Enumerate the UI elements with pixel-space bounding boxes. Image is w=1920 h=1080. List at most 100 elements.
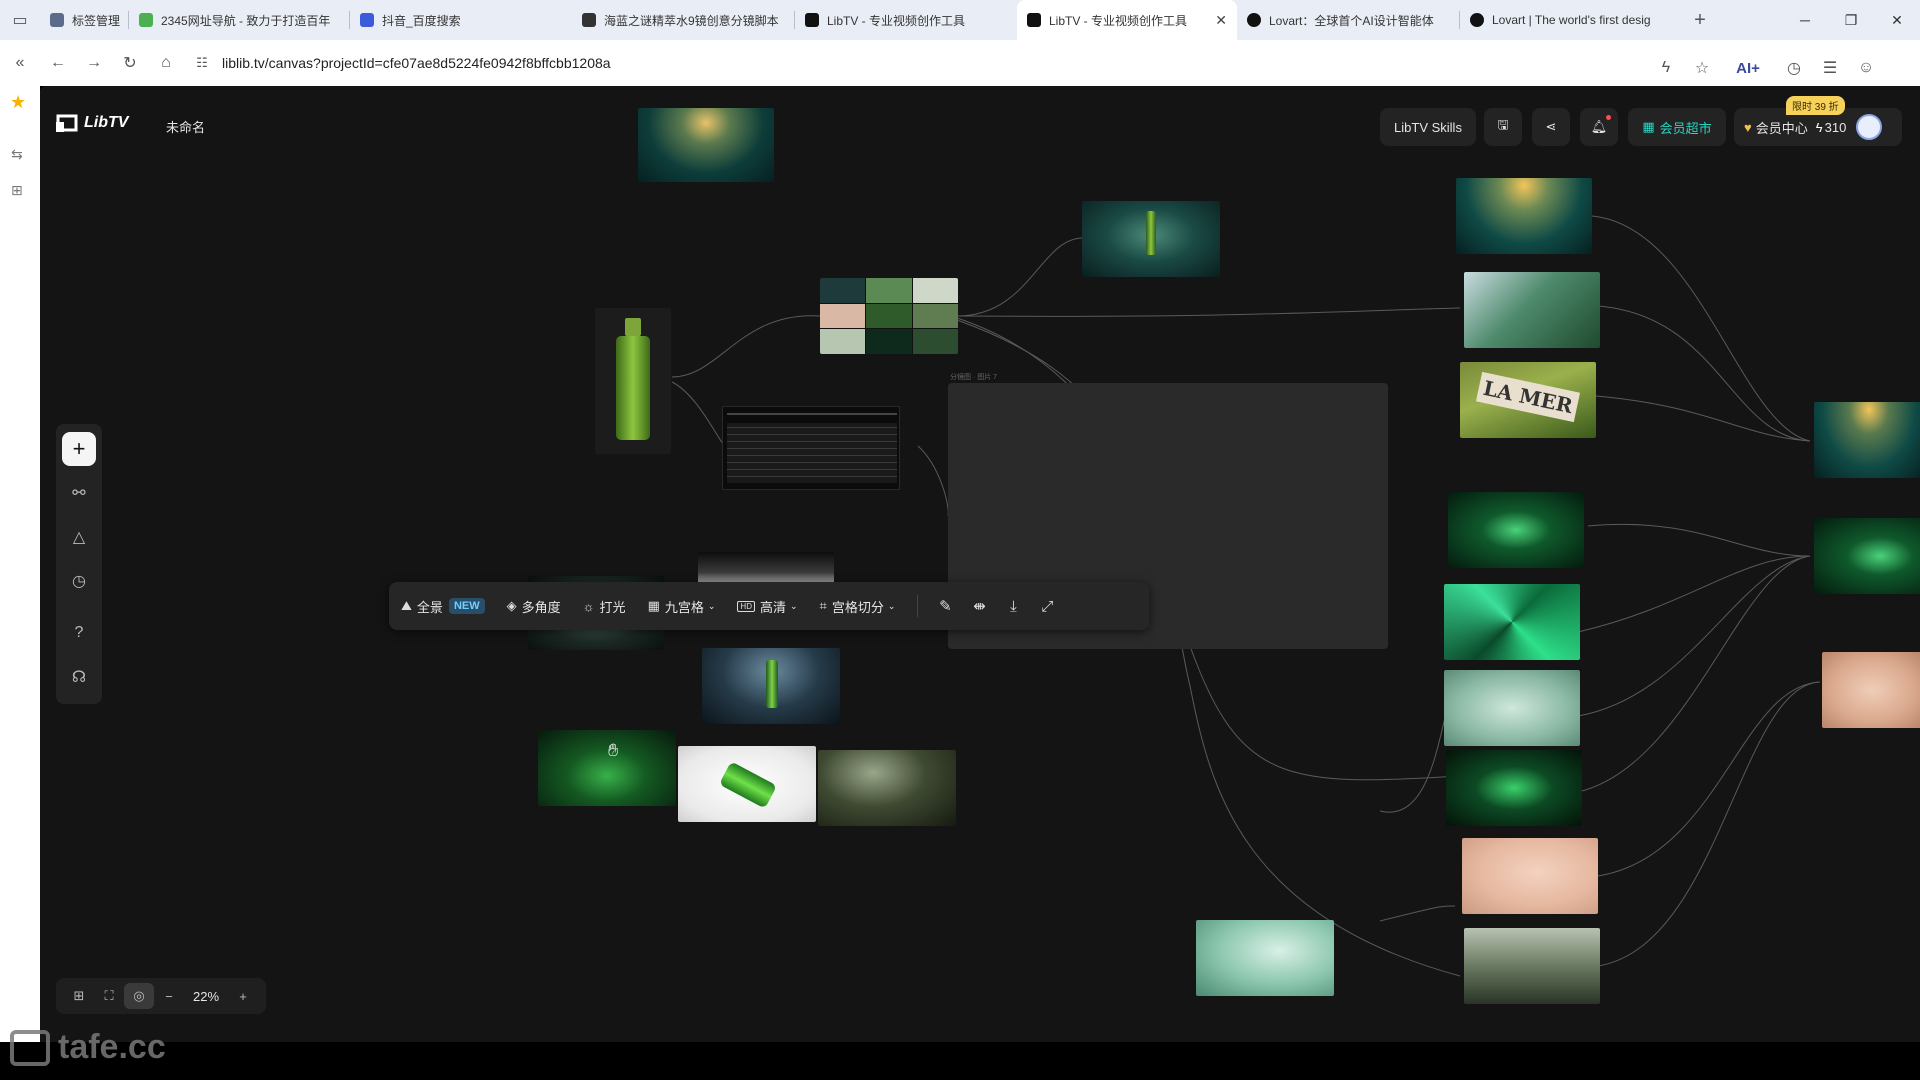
image-node-molecules[interactable] bbox=[1444, 670, 1580, 746]
headset-icon[interactable]: ☊ bbox=[62, 660, 96, 694]
minimap-icon[interactable]: ⛶ bbox=[94, 983, 124, 1009]
image-node-bottle-lying[interactable] bbox=[678, 746, 816, 822]
extensions-icon[interactable]: ☰ bbox=[1812, 50, 1848, 86]
history-dropdown-icon[interactable]: ◷ bbox=[1776, 50, 1812, 86]
reload-icon[interactable]: ↻ bbox=[112, 45, 148, 81]
tab-close-icon[interactable]: ✕ bbox=[1207, 12, 1227, 29]
bookmark-star-icon[interactable]: ☆ bbox=[1684, 50, 1720, 86]
back-icon[interactable]: ← bbox=[40, 45, 76, 81]
tab-label: LibTV - 专业视频创作工具 bbox=[1049, 13, 1188, 28]
logo-text: LibTV bbox=[84, 114, 129, 131]
image-node-bottle-water[interactable] bbox=[702, 648, 840, 724]
panorama-button[interactable]: ⛰ 全景 NEW bbox=[401, 597, 485, 616]
lightning-icon[interactable]: ϟ bbox=[1648, 50, 1684, 86]
image-node-droplet-output[interactable] bbox=[1814, 518, 1920, 594]
image-node-monochrome-bottle[interactable] bbox=[698, 552, 834, 586]
libtv-canvas[interactable]: LibTV 未命名 LibTV Skills 🖫 ⋖ 🔔︎ ▦ 会员超市 ♥ 会员… bbox=[40, 86, 1920, 1042]
workflow-icon[interactable]: ⚯ bbox=[62, 476, 96, 510]
panorama-label: 全景 bbox=[416, 599, 443, 615]
grid-icon: ▦ bbox=[647, 598, 660, 613]
profile-icon[interactable]: ☺ bbox=[1848, 50, 1884, 86]
tab-7[interactable]: Lovart | The world's first desig bbox=[1460, 0, 1682, 40]
lighting-button[interactable]: ☼ 打光 bbox=[583, 597, 626, 616]
url-field[interactable]: liblib.tv/canvas?projectId=cfe07ae8d5224… bbox=[222, 55, 611, 71]
lighting-label: 打光 bbox=[599, 599, 626, 615]
grid-cut-dropdown[interactable]: ⌗ 宫格切分 ⌄ bbox=[820, 597, 896, 616]
brush-icon[interactable]: ✎ bbox=[928, 597, 962, 615]
project-name[interactable]: 未命名 bbox=[166, 117, 205, 136]
save-icon[interactable]: 🖫 bbox=[1484, 108, 1522, 146]
tab-5-active[interactable]: LibTV - 专业视频创作工具 ✕ bbox=[1017, 0, 1237, 40]
image-node-model-face[interactable] bbox=[1462, 838, 1598, 914]
collapse-sidebar-icon[interactable]: « bbox=[0, 45, 40, 81]
libtv-logo[interactable]: LibTV bbox=[56, 114, 128, 132]
image-node-glowing-bottle[interactable] bbox=[538, 730, 676, 806]
swap-icon[interactable]: ⇆ bbox=[11, 146, 23, 163]
fit-view-icon[interactable]: ⊞ bbox=[64, 983, 94, 1009]
image-node-green-swirl[interactable] bbox=[1444, 584, 1580, 660]
share-icon[interactable]: ⋖ bbox=[1532, 108, 1570, 146]
tab-0[interactable]: 标签管理 bbox=[40, 0, 128, 40]
tab-favicon-icon bbox=[1027, 13, 1041, 27]
lamer-logo-artwork: LA MER bbox=[1475, 371, 1581, 423]
image-node-bottle-rock[interactable] bbox=[818, 750, 956, 826]
image-node-lamer-label[interactable]: LA MER bbox=[1460, 362, 1596, 438]
zoom-out-icon[interactable]: − bbox=[154, 983, 184, 1009]
nine-grid-dropdown[interactable]: ▦ 九宫格 ⌄ bbox=[648, 597, 716, 616]
tab-1[interactable]: 2345网址导航 - 致力于打造百年 bbox=[129, 0, 349, 40]
tab-favicon-icon bbox=[50, 13, 64, 27]
multi-angle-button[interactable]: ◈ 多角度 bbox=[507, 597, 561, 616]
ai-plus-button[interactable]: AI+ bbox=[1720, 50, 1776, 86]
lightning-credit-icon: ϟ bbox=[1815, 119, 1823, 135]
home-icon[interactable]: ⌂ bbox=[148, 45, 184, 81]
bell-icon[interactable]: 🔔︎ bbox=[1580, 108, 1618, 146]
add-node-plus-icon[interactable]: + bbox=[62, 432, 96, 466]
image-node-sea-output[interactable] bbox=[1814, 402, 1920, 478]
image-node-serum-bottle[interactable] bbox=[595, 308, 671, 454]
favorites-star-icon[interactable]: ★ bbox=[10, 92, 26, 113]
split-icon[interactable]: ⇼ bbox=[962, 597, 996, 615]
snap-icon[interactable]: ◎ bbox=[124, 983, 154, 1009]
libtv-skills-button[interactable]: LibTV Skills bbox=[1380, 108, 1476, 146]
tab-4[interactable]: LibTV - 专业视频创作工具 bbox=[795, 0, 1017, 40]
image-node-bottle-stones[interactable] bbox=[1464, 928, 1600, 1004]
forward-icon[interactable]: → bbox=[76, 45, 112, 81]
restore-icon[interactable]: ❐ bbox=[1828, 0, 1874, 40]
tab-label: LibTV - 专业视频创作工具 bbox=[827, 13, 966, 28]
zoom-in-icon[interactable]: + bbox=[228, 983, 258, 1009]
panorama-icon: ⛰ bbox=[401, 598, 412, 613]
image-node-sunrays-sea[interactable] bbox=[1456, 178, 1592, 254]
hd-dropdown[interactable]: HD 高清 ⌄ bbox=[737, 597, 798, 616]
zoom-level[interactable]: 22% bbox=[184, 983, 228, 1009]
add-panel-icon[interactable]: ⊞ bbox=[11, 182, 23, 199]
image-node-leaf-bottle[interactable] bbox=[1464, 272, 1600, 348]
tab-2[interactable]: 抖音_百度搜索 bbox=[350, 0, 572, 40]
history-icon[interactable]: ◷ bbox=[62, 564, 96, 598]
image-node-green-droplet[interactable] bbox=[1448, 492, 1584, 568]
image-node-underwater-light[interactable] bbox=[638, 108, 774, 182]
minimize-icon[interactable]: ─ bbox=[1782, 0, 1828, 40]
browser-left-rail: ★ ⇆ ⊞ bbox=[0, 86, 40, 1046]
sidebar-toggle-icon[interactable]: ▭ bbox=[0, 2, 40, 38]
tab-6[interactable]: Lovart：全球首个AI设计智能体 bbox=[1237, 0, 1459, 40]
user-avatar[interactable] bbox=[1856, 114, 1883, 140]
shapes-icon[interactable]: △ bbox=[62, 520, 96, 554]
image-node-script-table[interactable] bbox=[722, 406, 900, 490]
site-info-icon[interactable]: ☷ bbox=[184, 45, 220, 81]
new-tab-plus-icon[interactable]: + bbox=[1682, 2, 1718, 38]
member-market-button[interactable]: ▦ 会员超市 bbox=[1628, 108, 1726, 146]
chevron-down-icon: ⌄ bbox=[887, 600, 896, 611]
image-node-molecule-banner[interactable] bbox=[1196, 920, 1334, 996]
image-node-bottle-green-glow[interactable] bbox=[1446, 750, 1582, 826]
hd-label: 高清 bbox=[759, 599, 786, 615]
image-node-bottle-teal[interactable] bbox=[1082, 201, 1220, 277]
image-node-face-output[interactable] bbox=[1822, 652, 1920, 728]
image-node-nine-grid-storyboard[interactable] bbox=[820, 278, 958, 354]
expand-icon[interactable]: ⤢ bbox=[1030, 598, 1064, 615]
tab-favicon-icon bbox=[1470, 13, 1484, 27]
multi-angle-icon: ◈ bbox=[506, 598, 517, 613]
help-icon[interactable]: ? bbox=[62, 616, 96, 650]
close-window-icon[interactable]: ✕ bbox=[1874, 0, 1920, 40]
download-icon[interactable]: ⤓ bbox=[996, 598, 1030, 615]
tab-3[interactable]: 海蓝之谜精萃水9镜创意分镜脚本 bbox=[572, 0, 794, 40]
